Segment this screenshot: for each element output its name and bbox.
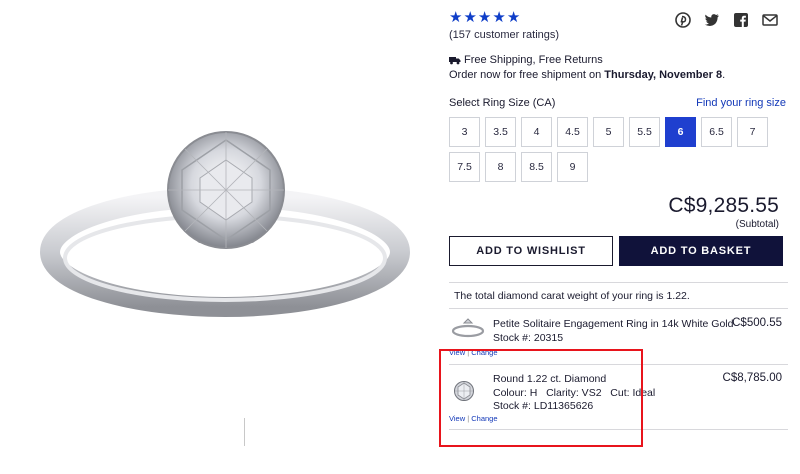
find-ring-size-link[interactable]: Find your ring size [696,97,786,109]
ring-size-label: Select Ring Size (CA) [449,97,556,109]
item-links: View | Change [449,414,498,423]
star-icon: ★ [477,9,492,26]
star-icon: ★ [449,9,463,26]
item-stock: Stock #: 20315 [493,331,564,344]
ring-size-option[interactable]: 5 [593,117,624,147]
ring-size-option[interactable]: 7.5 [449,152,480,182]
ring-size-option[interactable]: 7 [737,117,768,147]
free-shipping-notice: Free Shipping, Free Returns [449,54,603,66]
ring-size-options: 3 3.5 4 4.5 5 5.5 6 6.5 7 7.5 8 8.5 9 [449,117,779,182]
subtotal-price: C$9,285.55 [668,194,779,217]
total-carat-weight: The total diamond carat weight of your r… [449,282,788,309]
ring-size-option[interactable]: 3 [449,117,480,147]
add-to-wishlist-button[interactable]: ADD TO WISHLIST [449,236,613,266]
ring-size-option[interactable]: 8 [485,152,516,182]
ring-size-option[interactable]: 6.5 [701,117,732,147]
star-icon: ★ [492,9,506,26]
ring-setting-thumbnail[interactable] [451,317,485,339]
add-to-basket-button[interactable]: ADD TO BASKET [619,236,783,266]
image-divider [244,418,245,446]
order-suffix: . [722,69,726,81]
shipping-title: Free Shipping, Free Returns [464,54,603,66]
order-prefix: Order now for free shipment on [449,69,605,81]
product-details-panel: ★ ★ ★ ★ ★ (157 customer ratings) Free Sh… [449,0,790,474]
subtotal-label: (Subtotal) [735,219,779,230]
truck-icon [449,56,461,64]
ring-size-option[interactable]: 8.5 [521,152,552,182]
order-date: Thursday, November 8 [604,69,723,81]
star-rating[interactable]: ★ ★ ★ ★ ★ [449,10,520,26]
change-link[interactable]: Change [471,348,497,357]
star-icon: ★ [463,9,477,26]
item-description: Petite Solitaire Engagement Ring in 14k … [493,318,733,345]
item-description: Round 1.22 ct. Diamond Colour: H Clarity… [493,373,655,414]
facebook-icon[interactable] [733,12,749,28]
engagement-ring-image [40,131,410,317]
ring-size-option[interactable]: 6 [665,117,696,147]
ring-size-option[interactable]: 4 [521,117,552,147]
item-title[interactable]: Round 1.22 ct. Diamond [493,373,655,387]
share-icons [675,12,778,28]
ratings-count[interactable]: (157 customer ratings) [449,29,559,41]
ring-size-option[interactable]: 5.5 [629,117,660,147]
item-price: C$500.55 [732,317,782,329]
ring-size-option[interactable]: 4.5 [557,117,588,147]
order-notice: Order now for free shipment on Thursday,… [449,69,725,81]
product-image-area [0,0,440,474]
twitter-icon[interactable] [704,12,720,28]
diamond-item: View | Change Round 1.22 ct. Diamond Col… [449,365,788,430]
ring-size-option[interactable]: 9 [557,152,588,182]
ring-size-option[interactable]: 3.5 [485,117,516,147]
ring-setting-item: View | Change Petite Solitaire Engagemen… [449,309,788,365]
view-link[interactable]: View [449,348,465,357]
star-icon: ★ [506,9,521,26]
item-title[interactable]: Petite Solitaire Engagement Ring in 14k … [493,318,733,332]
item-stock: Stock #: LD11365626 [493,400,594,412]
item-links: View | Change [449,348,498,357]
diamond-thumbnail[interactable] [453,380,475,402]
item-price: C$8,785.00 [722,372,782,384]
pinterest-icon[interactable] [675,12,691,28]
email-icon[interactable] [762,12,778,28]
change-link[interactable]: Change [471,414,497,423]
view-link[interactable]: View [449,414,465,423]
item-specs: Colour: H Clarity: VS2 Cut: Ideal [493,386,656,399]
